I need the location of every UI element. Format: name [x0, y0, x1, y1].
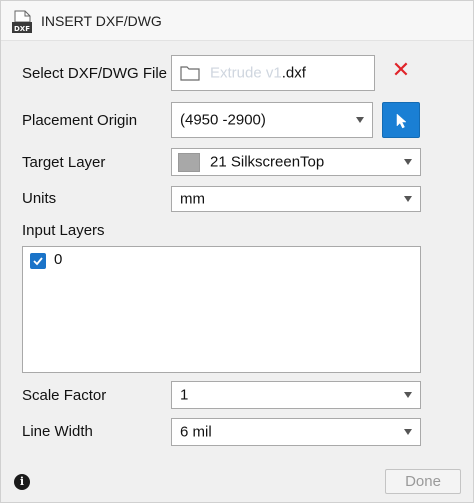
file-path-input[interactable]: Extrude v1.dxf	[171, 55, 375, 91]
window-title: INSERT DXF/DWG	[41, 13, 162, 29]
info-icon[interactable]: i	[14, 474, 30, 490]
layer-checkbox[interactable]	[30, 253, 46, 269]
close-x-icon[interactable]: ✕	[391, 60, 411, 82]
pick-origin-button[interactable]	[382, 102, 420, 138]
chevron-down-icon	[404, 429, 412, 435]
target-layer-select[interactable]: 21 SilkscreenTop	[171, 148, 421, 176]
placement-origin-label: Placement Origin	[22, 112, 138, 129]
line-width-value: 6 mil	[180, 423, 212, 441]
checkmark-icon	[33, 257, 43, 266]
units-select[interactable]: mm	[171, 186, 421, 212]
chevron-down-icon	[356, 117, 364, 123]
units-label: Units	[22, 190, 57, 207]
placement-origin-select[interactable]: (4950 -2900)	[171, 102, 373, 138]
done-button[interactable]: Done	[385, 469, 461, 494]
scale-factor-value: 1	[180, 386, 189, 404]
file-name-stem: Extrude v1	[210, 64, 282, 82]
select-file-label: Select DXF/DWG File	[22, 65, 168, 82]
dxf-file-icon: DXF	[11, 10, 33, 34]
cursor-pick-icon	[396, 113, 407, 129]
insert-dxf-dialog: DXF INSERT DXF/DWG Select DXF/DWG File E…	[0, 0, 474, 503]
file-extension: .dxf	[281, 64, 306, 82]
scale-factor-label: Scale Factor	[22, 387, 107, 404]
input-layers-list[interactable]: 0	[22, 246, 421, 373]
layer-color-swatch	[178, 153, 200, 172]
chevron-down-icon	[404, 196, 412, 202]
units-value: mm	[180, 190, 205, 208]
chevron-down-icon	[404, 159, 412, 165]
target-layer-value: 21 SilkscreenTop	[210, 153, 325, 171]
target-layer-label: Target Layer	[22, 154, 106, 171]
scale-factor-select[interactable]: 1	[171, 381, 421, 409]
line-width-select[interactable]: 6 mil	[171, 418, 421, 446]
input-layers-label: Input Layers	[22, 222, 105, 239]
chevron-down-icon	[404, 392, 412, 398]
folder-icon[interactable]	[180, 65, 200, 81]
title-bar: DXF INSERT DXF/DWG	[1, 1, 473, 41]
svg-text:DXF: DXF	[14, 25, 30, 33]
placement-origin-value: (4950 -2900)	[180, 111, 266, 129]
layer-item-label: 0	[54, 251, 63, 268]
line-width-label: Line Width	[22, 423, 93, 440]
